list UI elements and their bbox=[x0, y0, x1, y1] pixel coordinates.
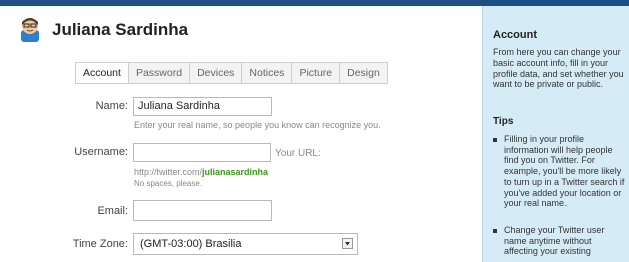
tip-text: Filling in your profile information will… bbox=[504, 134, 625, 209]
tab-devices[interactable]: Devices bbox=[190, 62, 243, 84]
profile-name: Juliana Sardinha bbox=[52, 20, 189, 39]
tab-password[interactable]: Password bbox=[128, 62, 191, 84]
tab-account[interactable]: Account bbox=[75, 62, 129, 84]
timezone-select[interactable]: (GMT-03:00) Brasilia bbox=[133, 233, 358, 255]
tip-item: Filling in your profile information will… bbox=[493, 134, 627, 209]
help-sidebar: Account From here you can change your ba… bbox=[482, 6, 629, 262]
chevron-down-icon[interactable] bbox=[342, 238, 353, 249]
avatar-icon bbox=[18, 16, 42, 42]
bullet bbox=[493, 138, 497, 142]
username-field[interactable] bbox=[133, 143, 271, 162]
url-handle: julianasardinha bbox=[202, 167, 269, 177]
your-url-label: Your URL: bbox=[275, 148, 321, 159]
bullet bbox=[493, 229, 497, 233]
username-hint: No spaces, please. bbox=[134, 179, 203, 188]
name-hint: Enter your real name, so people you know… bbox=[134, 120, 381, 130]
tabs-divider bbox=[75, 83, 383, 84]
settings-main bbox=[0, 6, 482, 262]
sidebar-description: From here you can change your basic acco… bbox=[493, 47, 624, 90]
twitter-url-preview: http://twitter.com/julianasardinha bbox=[134, 167, 268, 177]
email-label: Email: bbox=[97, 205, 128, 217]
sidebar-title: Account bbox=[493, 29, 537, 41]
name-field[interactable]: Juliana Sardinha bbox=[133, 97, 272, 116]
tab-design[interactable]: Design bbox=[340, 62, 388, 84]
name-label: Name: bbox=[95, 100, 128, 112]
email-field[interactable] bbox=[133, 200, 272, 221]
url-prefix: http://twitter.com/ bbox=[134, 167, 203, 177]
tab-notices[interactable]: Notices bbox=[242, 62, 293, 84]
settings-tabs: Account Password Devices Notices Picture… bbox=[75, 62, 388, 84]
timezone-label: Time Zone: bbox=[72, 238, 128, 250]
tip-text: Change your Twitter user name anytime wi… bbox=[504, 225, 605, 257]
tip-item: Change your Twitter user name anytime wi… bbox=[493, 225, 627, 257]
timezone-value: (GMT-03:00) Brasilia bbox=[140, 238, 242, 250]
tab-picture[interactable]: Picture bbox=[292, 62, 341, 84]
username-label: Username: bbox=[74, 146, 128, 158]
tips-title: Tips bbox=[493, 116, 514, 127]
